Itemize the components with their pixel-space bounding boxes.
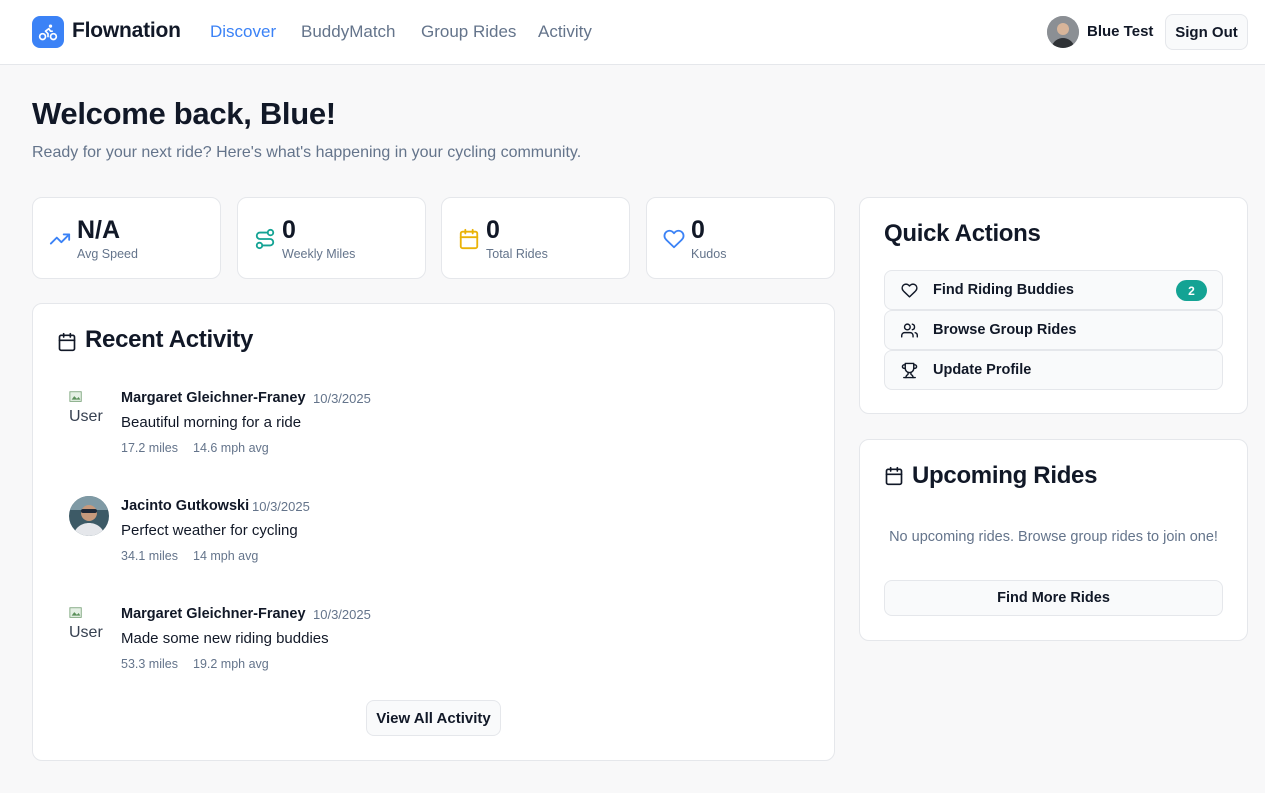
quick-actions-title: Quick Actions [884,220,1041,247]
brand-name[interactable]: Flownation [72,19,181,43]
avatar[interactable] [69,496,109,536]
route-icon [255,228,275,250]
activity-speed: 14 mph avg [193,549,259,563]
quick-action-label: Browse Group Rides [933,322,1077,338]
broken-image-icon [69,391,82,402]
recent-activity-title: Recent Activity [85,326,254,353]
buddy-count-badge: 2 [1176,280,1207,301]
activity-speed: 14.6 mph avg [193,441,269,455]
top-navbar: Flownation Discover BuddyMatch Group Rid… [0,0,1265,65]
nav-discover[interactable]: Discover [210,22,276,42]
stat-label: Kudos [691,247,727,261]
find-riding-buddies-button[interactable]: Find Riding Buddies 2 [884,270,1223,310]
bicycle-icon[interactable] [32,16,64,48]
users-icon [901,323,918,338]
recent-activity-card: Recent Activity User Margaret Gleichner-… [32,303,835,761]
page-title: Welcome back, Blue! [32,96,336,131]
stat-label: Weekly Miles [282,247,356,261]
activity-speed: 19.2 mph avg [193,657,269,671]
stat-label: Total Rides [486,247,548,261]
activity-user-name[interactable]: Margaret Gleichner-Franey [121,390,306,406]
upcoming-rides-card: Upcoming Rides No upcoming rides. Browse… [859,439,1248,641]
avatar-alt-text: User [69,408,103,425]
stat-card-kudos: 0 Kudos [646,197,835,279]
activity-date: 10/3/2025 [313,391,371,406]
upcoming-rides-title: Upcoming Rides [912,462,1098,489]
activity-text: Made some new riding buddies [121,630,329,647]
stat-card-avg-speed: N/A Avg Speed [32,197,221,279]
activity-miles: 53.3 miles [121,657,178,671]
activity-date: 10/3/2025 [252,499,310,514]
heart-icon [901,283,918,298]
avatar-alt-text: User [69,624,103,641]
nav-buddymatch[interactable]: BuddyMatch [301,22,396,42]
user-avatar[interactable] [1047,16,1079,48]
quick-action-label: Find Riding Buddies [933,282,1074,298]
stat-value: 0 [282,216,296,244]
quick-actions-card: Quick Actions Find Riding Buddies 2 Brow… [859,197,1248,414]
nav-group-rides[interactable]: Group Rides [421,22,516,42]
sign-out-button[interactable]: Sign Out [1165,14,1248,50]
user-name[interactable]: Blue Test [1087,23,1153,40]
stat-card-total-rides: 0 Total Rides [441,197,630,279]
quick-action-label: Update Profile [933,362,1032,378]
stat-value: N/A [77,216,121,244]
activity-text: Perfect weather for cycling [121,522,298,539]
activity-user-name[interactable]: Margaret Gleichner-Franey [121,606,306,622]
stat-card-weekly-miles: 0 Weekly Miles [237,197,426,279]
stat-label: Avg Speed [77,247,138,261]
view-all-activity-button[interactable]: View All Activity [366,700,501,736]
avatar[interactable]: User [69,606,109,646]
browse-group-rides-button[interactable]: Browse Group Rides [884,310,1223,350]
page-subtitle: Ready for your next ride? Here's what's … [32,144,582,161]
calendar-icon [459,228,479,250]
activity-miles: 34.1 miles [121,549,178,563]
activity-miles: 17.2 miles [121,441,178,455]
activity-user-name[interactable]: Jacinto Gutkowski [121,498,249,514]
update-profile-button[interactable]: Update Profile [884,350,1223,390]
avatar[interactable]: User [69,390,109,430]
stat-value: 0 [486,216,500,244]
find-more-rides-button[interactable]: Find More Rides [884,580,1223,616]
broken-image-icon [69,607,82,618]
trophy-icon [901,362,918,379]
trending-up-icon [49,233,71,245]
calendar-icon [58,332,76,352]
stat-value: 0 [691,216,705,244]
empty-state-text: No upcoming rides. Browse group rides to… [889,529,1218,545]
nav-activity[interactable]: Activity [538,22,592,42]
heart-icon [663,229,685,249]
activity-date: 10/3/2025 [313,607,371,622]
calendar-icon [885,466,903,486]
activity-text: Beautiful morning for a ride [121,414,302,431]
